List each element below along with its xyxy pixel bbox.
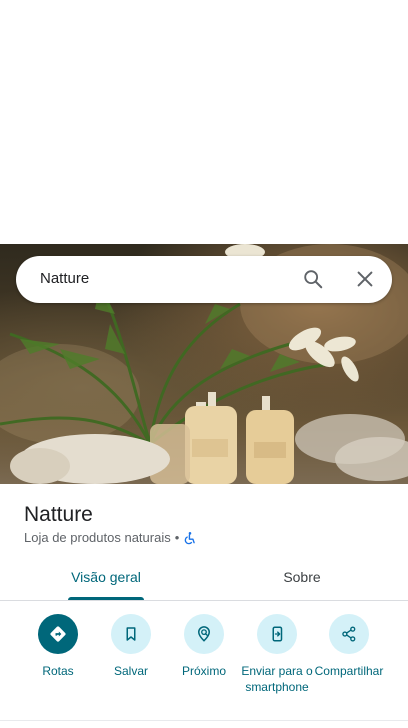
directions-label: Rotas (42, 664, 74, 678)
send-to-phone-icon (272, 626, 283, 642)
directions-circle[interactable] (38, 614, 78, 654)
save-label: Salvar (113, 664, 148, 678)
tab-overview[interactable]: Visão geral (54, 560, 158, 600)
nearby-button[interactable]: Próximo (164, 614, 244, 679)
share-icon (342, 626, 356, 642)
bookmark-icon (126, 627, 136, 641)
directions-button[interactable]: Rotas (18, 614, 98, 679)
share-label: Compartilhar (314, 664, 384, 678)
search-icon[interactable] (302, 268, 324, 290)
send-to-phone-circle[interactable] (257, 614, 297, 654)
tab-overview-label: Visão geral (71, 569, 141, 585)
search-input[interactable]: Natture (40, 270, 89, 287)
divider (0, 720, 408, 721)
active-tab-indicator (68, 597, 144, 600)
nearby-circle[interactable] (184, 614, 224, 654)
share-button[interactable]: Compartilhar (309, 614, 389, 679)
save-button[interactable]: Salvar (91, 614, 171, 679)
close-icon[interactable] (354, 268, 376, 290)
place-subtitle: Loja de produtos naturais • (24, 530, 197, 545)
place-title: Natture (24, 503, 93, 526)
map-area-blank (0, 0, 408, 244)
send-to-phone-label: Enviar para o smartphone (241, 664, 313, 694)
nearby-icon (197, 626, 211, 642)
tab-about-label: Sobre (283, 569, 321, 585)
save-circle[interactable] (111, 614, 151, 654)
nearby-label: Próximo (181, 664, 226, 678)
action-buttons: Rotas Salvar Próximo Enviar para o smart… (0, 614, 408, 714)
send-to-phone-button[interactable]: Enviar para o smartphone (237, 614, 317, 695)
search-bar[interactable]: Natture (16, 256, 392, 303)
wheelchair-icon[interactable] (183, 531, 197, 545)
separator-dot: • (174, 530, 180, 545)
directions-icon (50, 626, 66, 642)
place-category: Loja de produtos naturais (24, 530, 171, 545)
tab-bar: Visão geral Sobre (0, 560, 408, 601)
tab-about[interactable]: Sobre (250, 560, 354, 600)
share-circle[interactable] (329, 614, 369, 654)
